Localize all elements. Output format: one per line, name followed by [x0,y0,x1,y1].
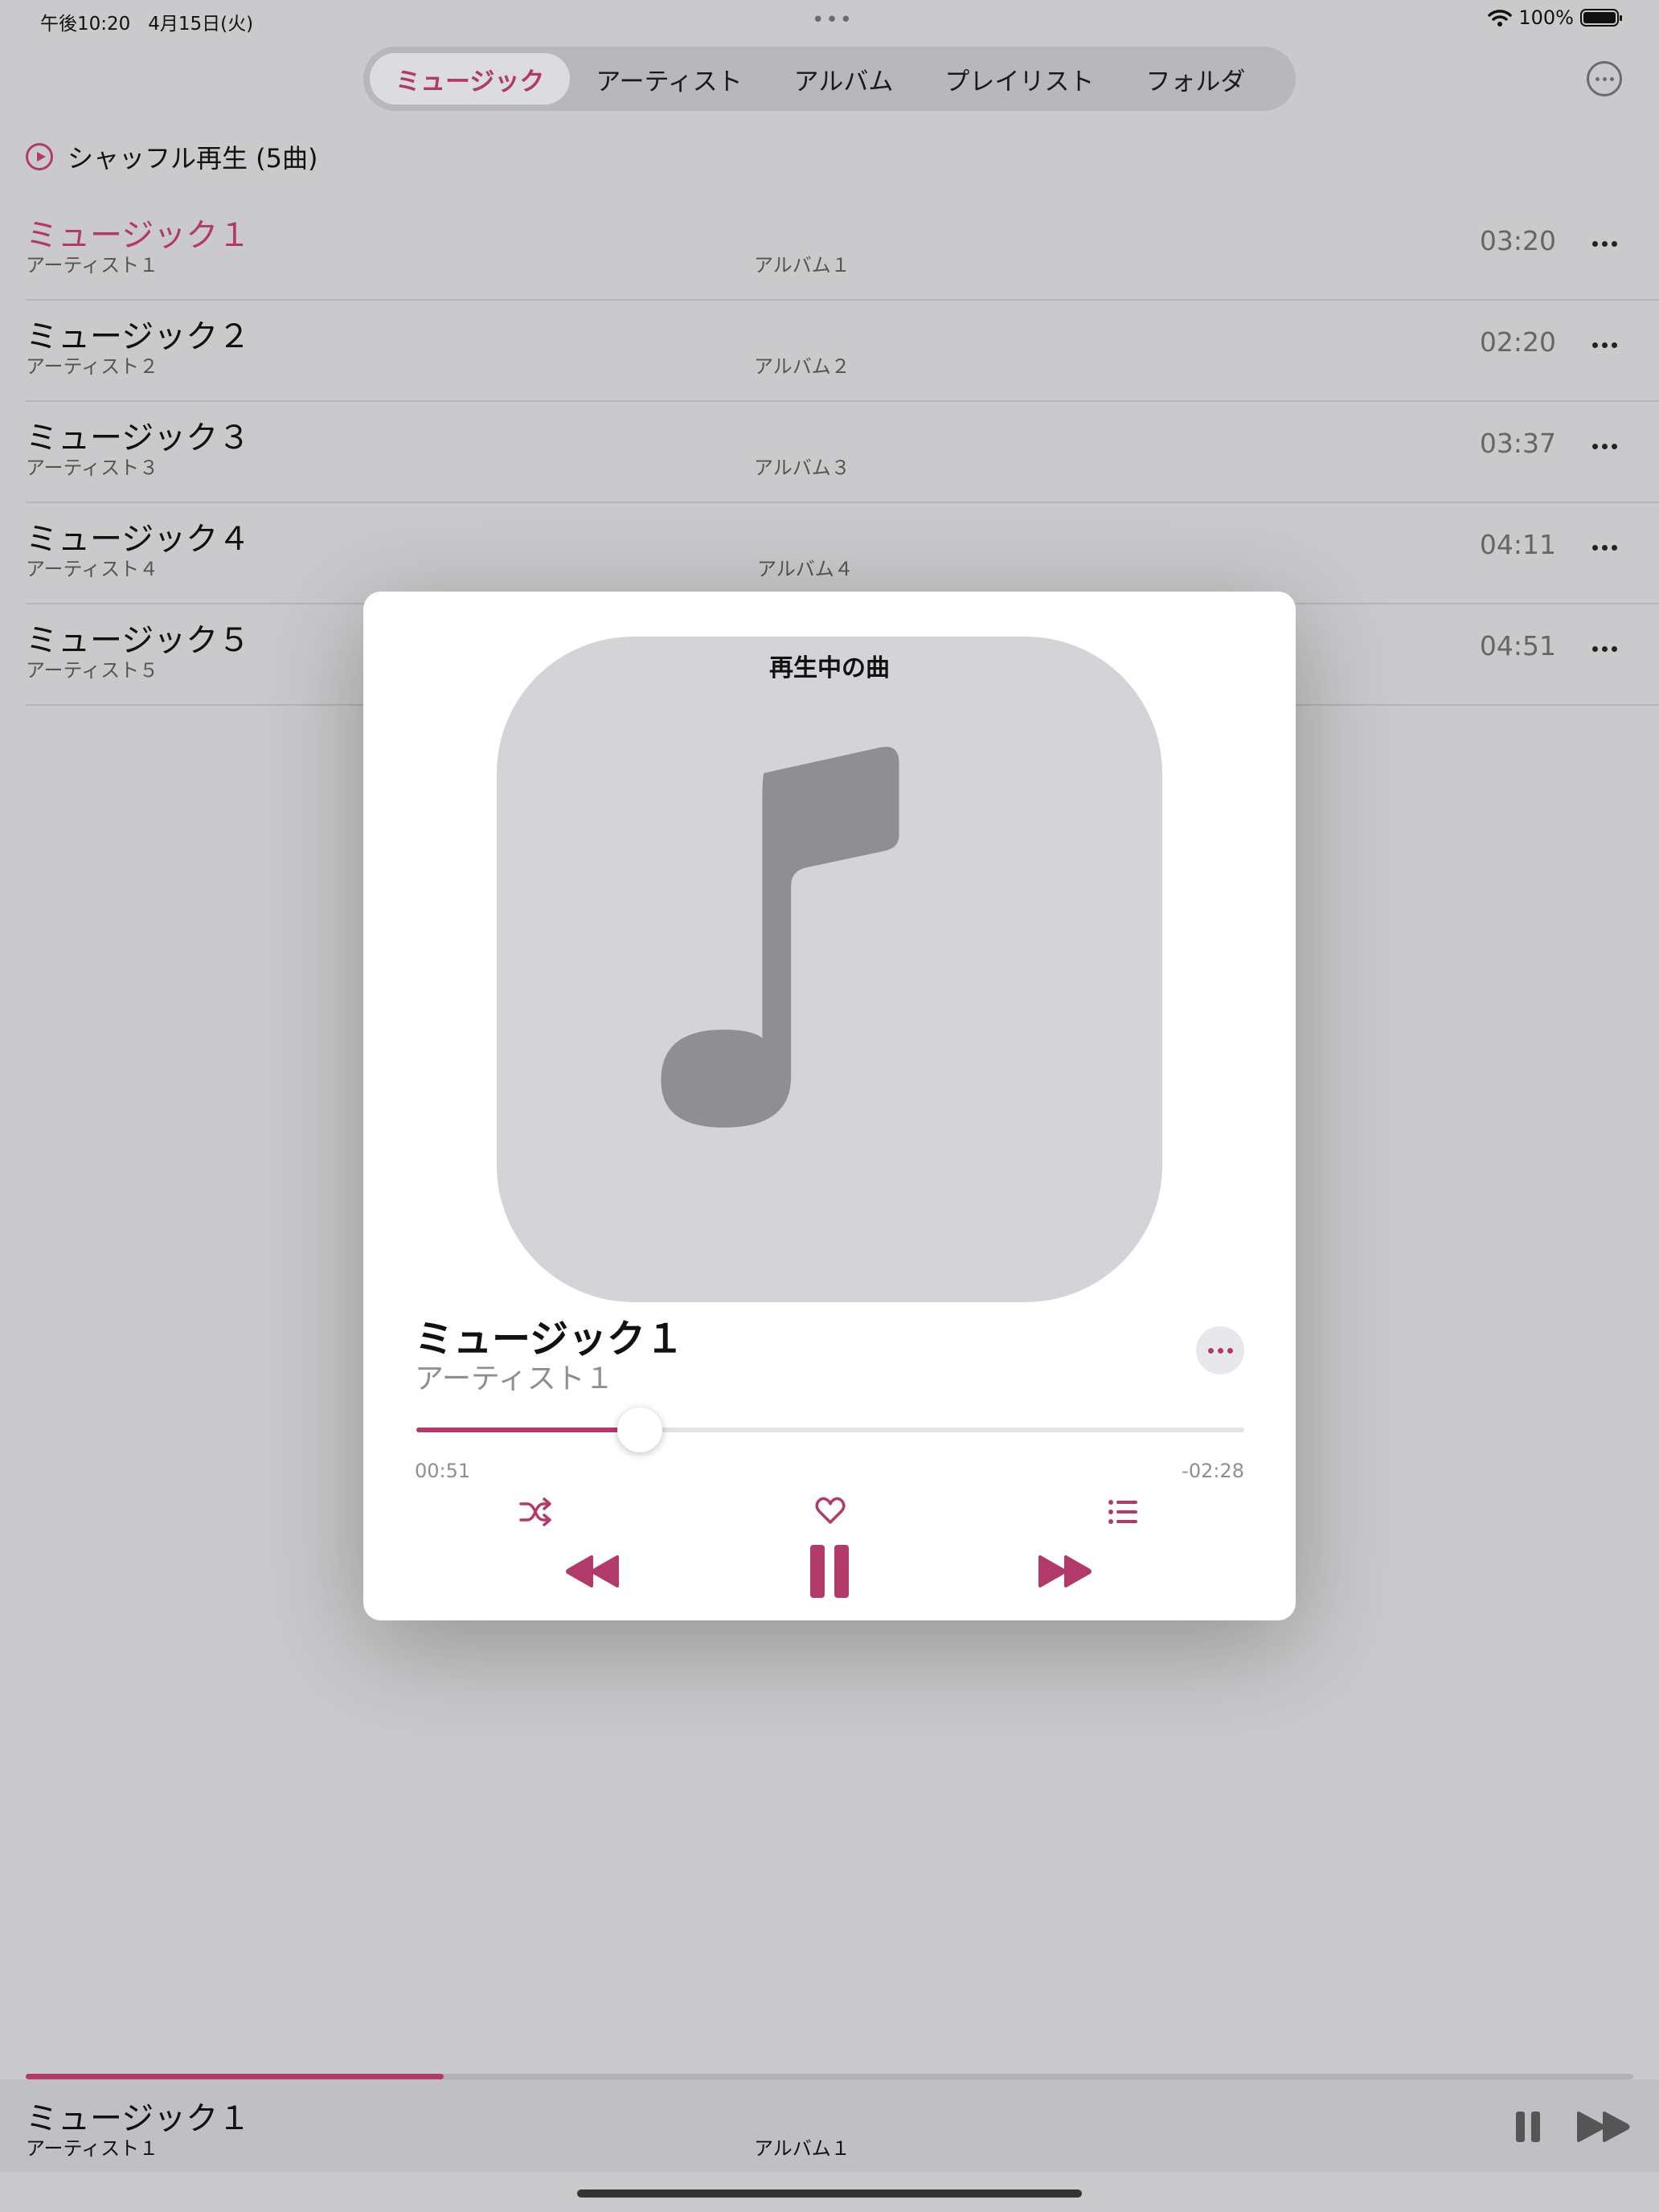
song-more-icon[interactable] [1592,342,1617,348]
status-indicators: 100% [1488,6,1622,29]
now-playing-artist: アーティスト１ [415,1362,614,1395]
song-duration: 02:20 [1479,326,1556,358]
tab-albums[interactable]: アルバム [768,53,920,104]
playback-scrubber-thumb[interactable] [617,1407,663,1452]
now-playing-modal: 再生中の曲 ミュージック１ アーティスト１ 00:51 -02:28 [363,592,1296,1620]
status-bar: 午後10:20 4月15日(火) ••• 100% [0,0,1659,39]
mini-player-album: アルバム１ [754,2137,850,2160]
tab-playlists[interactable]: プレイリスト [919,53,1120,104]
song-more-icon[interactable] [1592,241,1617,247]
song-more-icon[interactable] [1592,646,1617,652]
mini-fast-forward-icon[interactable] [1575,2110,1632,2147]
mini-player-progress-fill [26,2074,444,2079]
song-row[interactable]: ミュージック３ アーティスト３ アルバム３ 03:37 [26,402,1659,503]
song-album: アルバム１ [754,254,850,276]
song-album: アルバム４ [757,558,854,580]
status-clock: 午後10:20 [40,14,131,35]
song-duration: 04:51 [1479,630,1556,662]
now-playing-more-icon[interactable] [1196,1326,1244,1374]
heart-icon[interactable] [815,1497,846,1526]
mini-player-progress [26,2074,1633,2079]
battery-icon [1580,9,1622,27]
song-artist: アーティスト１ [26,254,159,276]
remaining-time: -02:28 [1182,1460,1244,1482]
song-duration: 03:37 [1479,428,1556,459]
battery-percentage: 100% [1518,6,1574,29]
more-options-icon[interactable] [1587,61,1622,96]
song-more-icon[interactable] [1592,545,1617,551]
song-album: アルバム２ [754,355,850,378]
fast-forward-icon[interactable] [1037,1553,1093,1590]
rewind-icon[interactable] [564,1553,621,1590]
elapsed-time: 00:51 [415,1460,471,1482]
song-album: アルバム３ [754,457,850,479]
song-artist: アーティスト５ [26,659,159,682]
song-artist: アーティスト４ [26,558,159,580]
playback-progress-slider[interactable] [416,1407,1244,1452]
mini-player[interactable]: ミュージック１ アーティスト１ アルバム１ [0,2079,1659,2172]
now-playing-header: 再生中の曲 [769,654,890,682]
tab-music[interactable]: ミュージック [370,53,571,104]
mini-player-artist: アーティスト１ [26,2137,159,2160]
song-artist: アーティスト３ [26,457,159,479]
status-date: 4月15日(火) [148,14,254,35]
home-indicator[interactable] [577,2189,1082,2198]
music-note-icon [661,747,899,1128]
song-more-icon[interactable] [1592,444,1617,449]
tab-artists[interactable]: アーティスト [570,53,768,104]
song-row[interactable]: ミュージック２ アーティスト２ アルバム２ 02:20 [26,301,1659,402]
song-duration: 04:11 [1479,529,1556,560]
multitasking-dots-icon[interactable]: ••• [812,8,854,32]
queue-list-icon[interactable] [1108,1498,1138,1526]
shuffle-play-button[interactable]: シャッフル再生 (5曲) [26,138,318,175]
song-row[interactable]: ミュージック４ アーティスト４ アルバム４ 04:11 [26,503,1659,604]
album-artwork [497,637,1162,1302]
playback-progress-fill [416,1428,641,1432]
status-time: 午後10:20 4月15日(火) [40,8,253,35]
mini-pause-icon[interactable] [1514,2110,1542,2147]
song-duration: 03:20 [1479,225,1556,256]
wifi-icon [1488,10,1513,27]
library-tab-bar: ミュージック アーティスト アルバム プレイリスト フォルダ [363,47,1296,111]
tab-folders[interactable]: フォルダ [1120,53,1271,104]
shuffle-play-label: シャッフル再生 (5曲) [68,143,318,174]
shuffle-icon[interactable] [518,1497,553,1526]
song-row[interactable]: ミュージック１ アーティスト１ アルバム１ 03:20 [26,199,1659,301]
play-circle-icon [26,143,53,170]
pause-icon[interactable] [809,1543,850,1600]
song-artist: アーティスト２ [26,355,159,378]
